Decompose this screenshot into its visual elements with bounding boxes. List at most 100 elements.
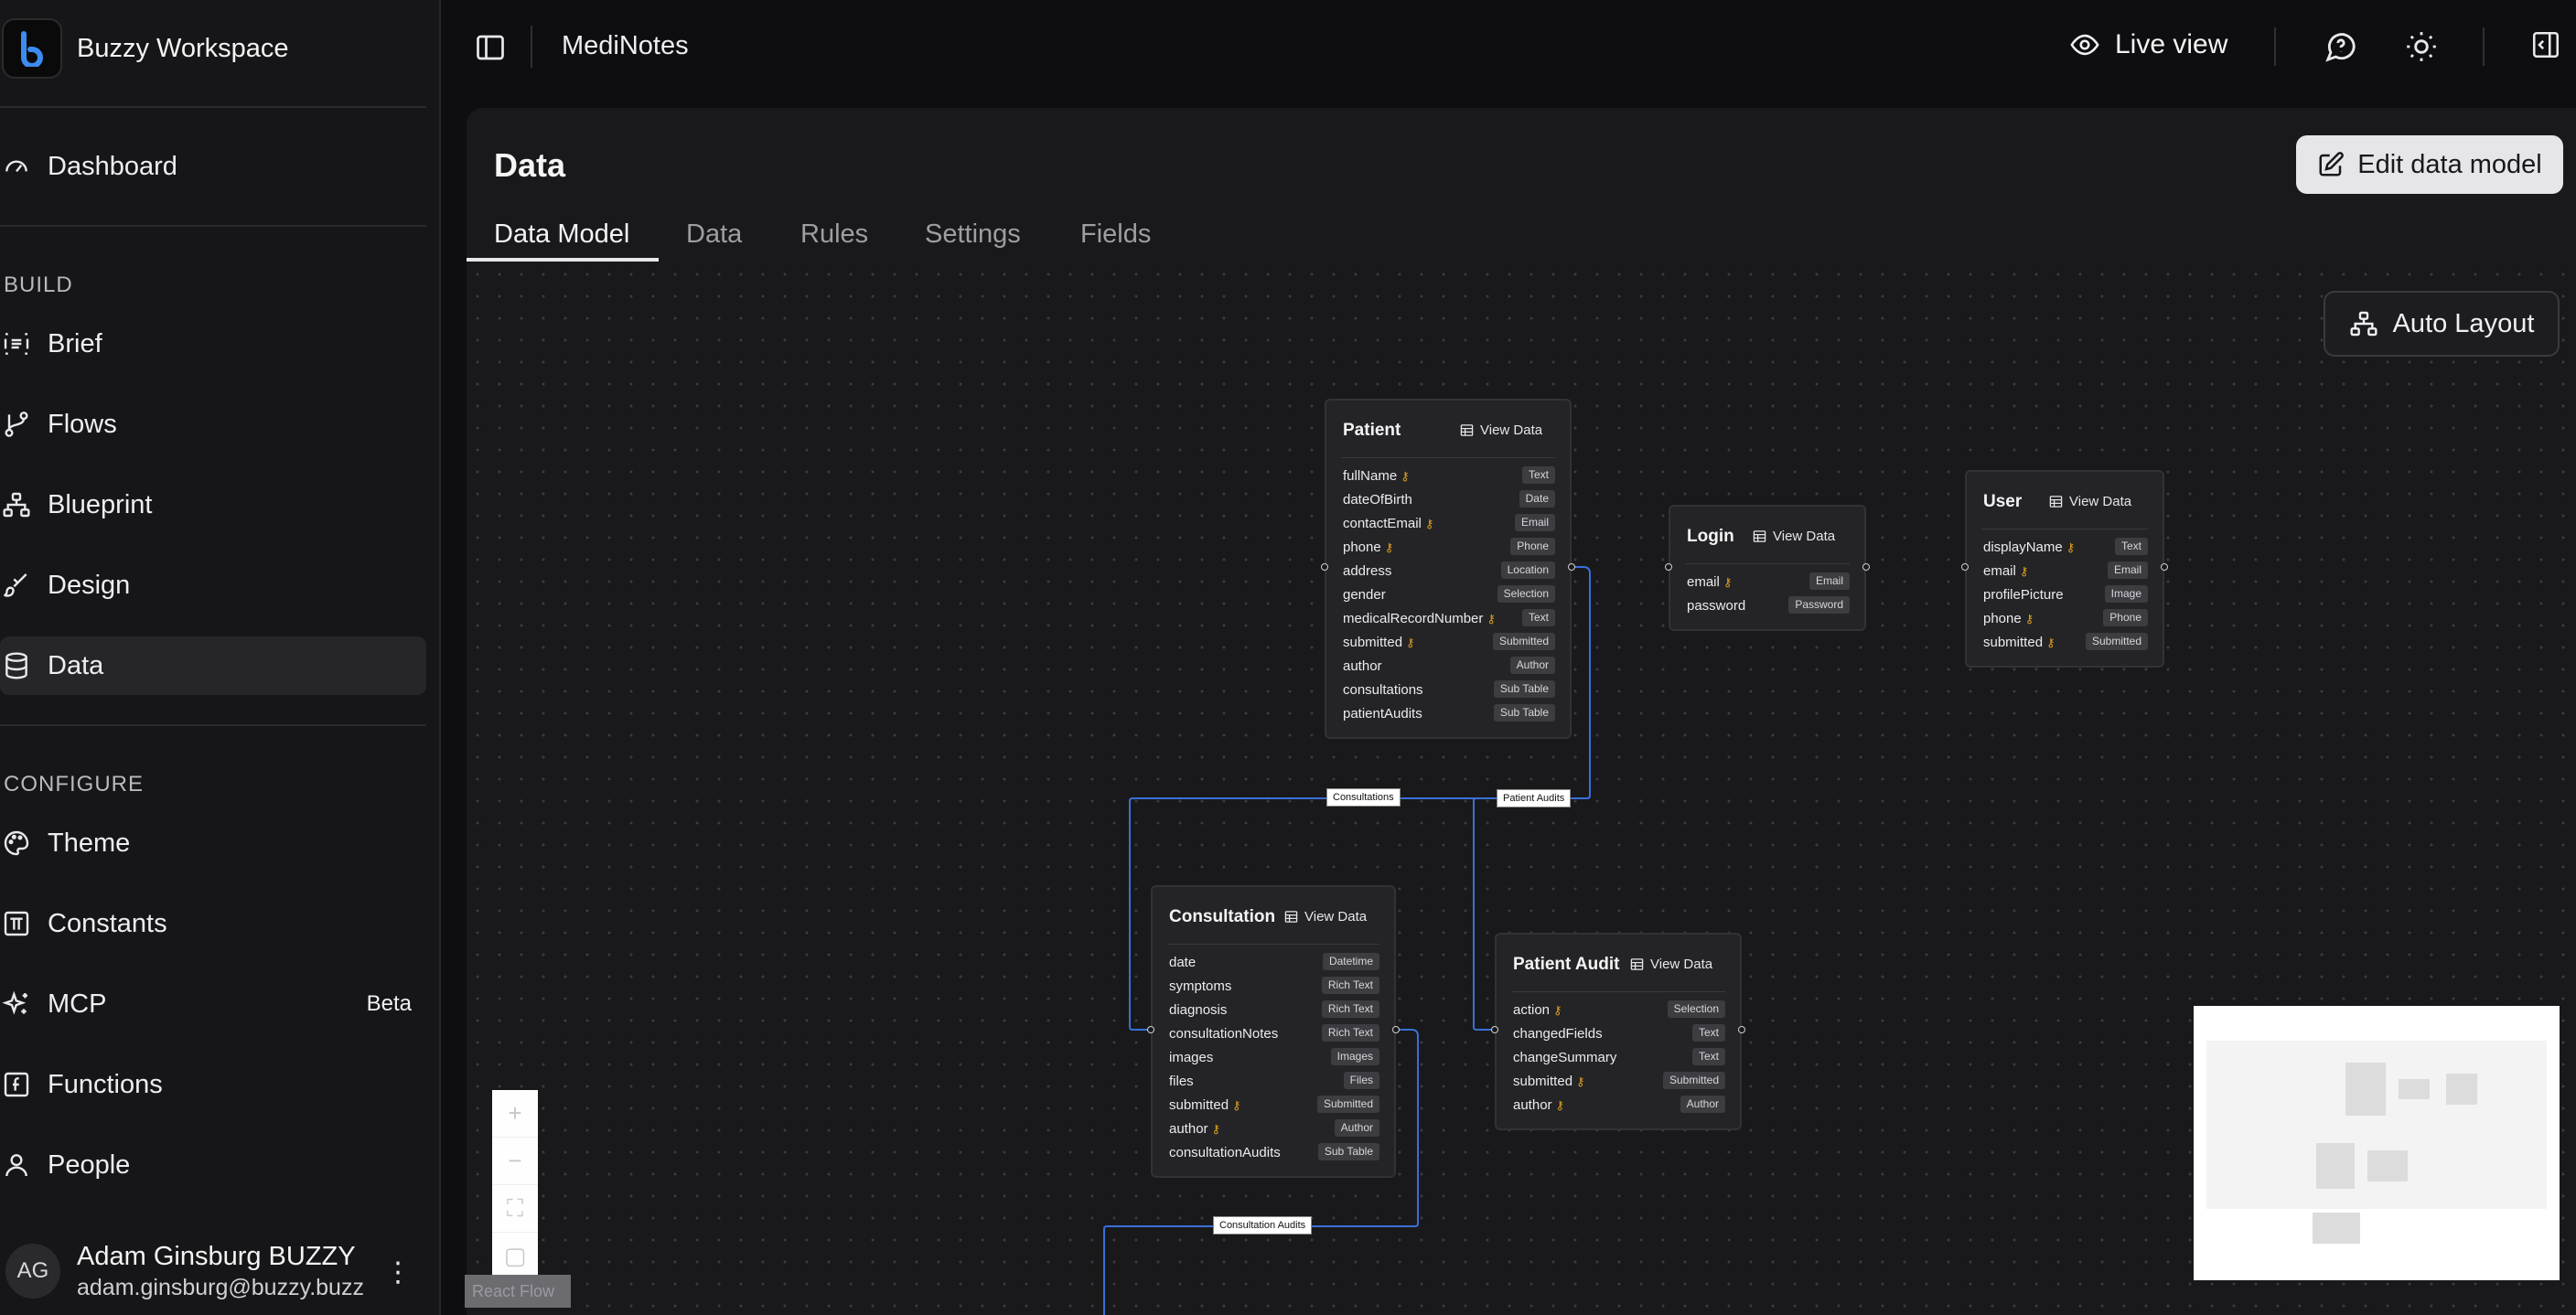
view-data-button[interactable]: View Data (1753, 529, 1835, 544)
table-node-consultation[interactable]: Consultation View Data date Datetime symptom… (1151, 885, 1396, 1178)
sidebar-item-people[interactable]: People (0, 1136, 426, 1194)
tab-data-model[interactable]: Data Model (494, 219, 629, 250)
tab-settings[interactable]: Settings (925, 219, 1021, 250)
field-type-badge: Author (1680, 1096, 1725, 1113)
edge-label-patient-audits[interactable]: Patient Audits (1497, 789, 1572, 807)
react-flow-attribution[interactable]: React Flow (465, 1275, 571, 1308)
field-row[interactable]: symptoms Rich Text (1169, 977, 1379, 997)
sidebar-item-blueprint[interactable]: Blueprint (0, 476, 426, 534)
field-row[interactable]: date Datetime (1169, 953, 1379, 973)
field-name: consultationNotes (1169, 1026, 1279, 1042)
auto-layout-button[interactable]: Auto Layout (2324, 291, 2560, 357)
sidebar-item-theme[interactable]: Theme (0, 814, 426, 872)
connection-handle[interactable] (1321, 563, 1328, 571)
gauge-icon (0, 150, 33, 183)
help-chat-icon[interactable] (2324, 29, 2358, 64)
field-row[interactable]: submitted ⚷ Submitted (1513, 1072, 1725, 1092)
connection-handle[interactable] (1961, 563, 1969, 571)
table-node-login[interactable]: Login View Data email ⚷ Email password Passwor… (1669, 505, 1866, 631)
sidebar-item-constants[interactable]: Constants (0, 894, 426, 953)
field-row[interactable]: consultationNotes Rich Text (1169, 1024, 1379, 1044)
field-row[interactable]: author ⚷ Author (1513, 1096, 1725, 1116)
workspace-switcher[interactable]: Buzzy Workspace (0, 16, 289, 80)
field-row[interactable]: patientAudits Sub Table (1343, 704, 1555, 724)
tab-data[interactable]: Data (686, 219, 742, 250)
lock-icon[interactable]: ▢ (492, 1233, 538, 1280)
connection-handle[interactable] (1147, 1026, 1154, 1033)
field-row[interactable]: password Password (1687, 596, 1850, 616)
paintbrush-icon (0, 569, 33, 602)
sidebar-item-dashboard[interactable]: Dashboard (0, 137, 426, 196)
sun-icon[interactable] (2404, 29, 2439, 64)
zoom-in-button[interactable]: + (492, 1090, 538, 1138)
connection-handle[interactable] (1491, 1026, 1498, 1033)
field-row[interactable]: changeSummary Text (1513, 1048, 1725, 1068)
sidebar-item-data[interactable]: Data (0, 636, 426, 695)
sidebar-toggle-icon[interactable] (474, 31, 507, 64)
view-data-button[interactable]: View Data (1284, 909, 1367, 925)
zoom-out-button[interactable]: − (492, 1138, 538, 1185)
field-row[interactable]: images Images (1169, 1048, 1379, 1068)
field-row[interactable]: email ⚷ Email (1687, 572, 1850, 593)
field-row[interactable]: consultationAudits Sub Table (1169, 1143, 1379, 1163)
field-row[interactable]: gender Selection (1343, 585, 1555, 605)
field-type-badge: Email (1809, 572, 1850, 590)
field-row[interactable]: files Files (1169, 1072, 1379, 1092)
connection-handle[interactable] (1738, 1026, 1745, 1033)
field-type-badge: Text (1521, 609, 1555, 626)
table-node-user[interactable]: User View Data displayName ⚷ Text email ⚷ Email… (1965, 470, 2164, 668)
field-row[interactable]: submitted ⚷ Submitted (1169, 1096, 1379, 1116)
field-row[interactable]: submitted ⚷ Submitted (1343, 633, 1555, 653)
field-row[interactable]: submitted ⚷ Submitted (1983, 633, 2148, 653)
sidebar-item-flows[interactable]: Flows (0, 395, 426, 454)
user-profile[interactable]: AG Adam Ginsburg BUZZY adam.ginsburg@buz… (0, 1236, 426, 1310)
field-row[interactable]: email ⚷ Email (1983, 561, 2148, 582)
field-row[interactable]: author ⚷ Author (1169, 1119, 1379, 1139)
edge-label-consultation-audits[interactable]: Consultation Audits (1213, 1216, 1313, 1235)
field-row[interactable]: displayName ⚷ Text (1983, 538, 2148, 558)
sidebar-item-mcp[interactable]: MCP Beta (0, 975, 426, 1033)
field-row[interactable]: action ⚷ Selection (1513, 1000, 1725, 1021)
table-name: User (1983, 492, 2023, 511)
tab-rules[interactable]: Rules (800, 219, 868, 250)
field-type-badge: Submitted (1662, 1072, 1725, 1089)
connection-handle[interactable] (2161, 563, 2168, 571)
field-row[interactable]: author Author (1343, 657, 1555, 677)
key-icon: ⚷ (1487, 612, 1496, 625)
user-name: Adam Ginsburg BUZZY (77, 1242, 356, 1271)
fit-view-button[interactable]: ⛶ (492, 1185, 538, 1233)
sidebar-item-design[interactable]: Design (0, 556, 426, 615)
view-data-button[interactable]: View Data (2049, 494, 2131, 509)
view-data-button[interactable]: View Data (1460, 422, 1542, 438)
panel-collapse-icon[interactable] (2530, 29, 2565, 64)
table-node-patient-audit[interactable]: Patient Audit View Data action ⚷ Selection ch… (1495, 933, 1742, 1130)
field-row[interactable]: diagnosis Rich Text (1169, 1000, 1379, 1021)
connection-handle[interactable] (1665, 563, 1672, 571)
field-row[interactable]: dateOfBirth Date (1343, 490, 1555, 510)
field-row[interactable]: consultations Sub Table (1343, 680, 1555, 700)
tab-fields[interactable]: Fields (1080, 219, 1151, 250)
sidebar-item-brief[interactable]: Brief (0, 315, 426, 373)
field-row[interactable]: changedFields Text (1513, 1024, 1725, 1044)
edit-data-model-button[interactable]: Edit data model (2296, 135, 2563, 194)
view-data-button[interactable]: View Data (1630, 957, 1712, 972)
field-row[interactable]: phone ⚷ Phone (1983, 609, 2148, 629)
connection-handle[interactable] (1862, 563, 1870, 571)
live-view-button[interactable]: Live view (2069, 29, 2227, 60)
table-node-patient[interactable]: Patient View Data fullName ⚷ Text dateOfBirth… (1325, 399, 1572, 739)
field-row[interactable]: fullName ⚷ Text (1343, 466, 1555, 486)
field-name: phone ⚷ (1983, 611, 2034, 626)
minimap[interactable] (2194, 1006, 2560, 1280)
field-row[interactable]: medicalRecordNumber ⚷ Text (1343, 609, 1555, 629)
field-row[interactable]: phone ⚷ Phone (1343, 538, 1555, 558)
field-row[interactable]: address Location (1343, 561, 1555, 582)
more-vertical-icon[interactable]: ⋮ (384, 1256, 412, 1288)
connection-handle[interactable] (1568, 563, 1575, 571)
field-type-badge: Images (1330, 1048, 1379, 1065)
field-type-badge: Submitted (1316, 1096, 1379, 1113)
edge-label-consultations[interactable]: Consultations (1326, 788, 1401, 807)
connection-handle[interactable] (1392, 1026, 1400, 1033)
field-row[interactable]: profilePicture Image (1983, 585, 2148, 605)
sidebar-item-functions[interactable]: Functions (0, 1055, 426, 1114)
field-row[interactable]: contactEmail ⚷ Email (1343, 514, 1555, 534)
